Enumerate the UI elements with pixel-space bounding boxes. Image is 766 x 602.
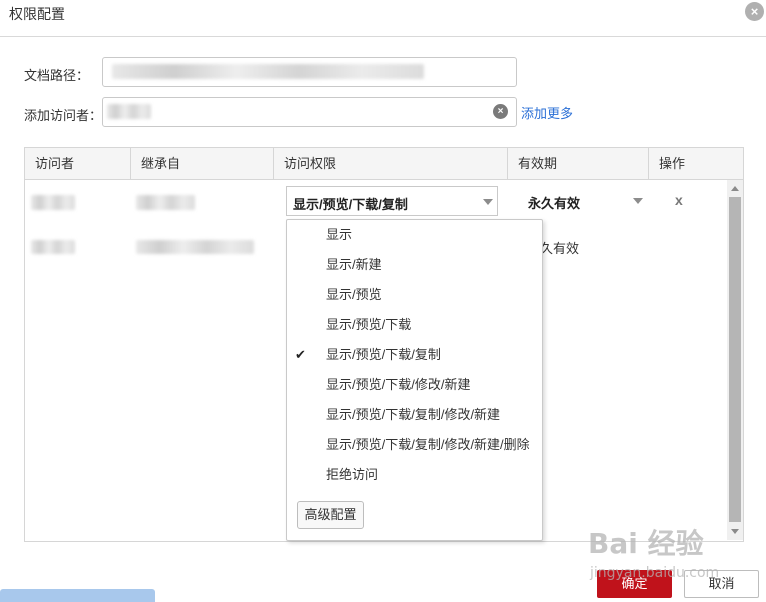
col-inherited-from: 继承自 [131,148,274,179]
watermark-logo: Bai 经验 [588,527,704,560]
menu-item-option[interactable]: 显示/预览/下载/复制/修改/新建/删除 [287,430,542,460]
checkmark-icon: ✔ [295,347,306,362]
title-divider [0,36,766,37]
doc-path-label: 文档路径： [24,68,90,83]
menu-item-option[interactable]: 显示/预览/下载/修改/新建 [287,370,542,400]
menu-item-option[interactable]: 拒绝访问 [287,460,542,490]
scroll-up-icon[interactable] [731,186,739,191]
col-validity: 有效期 [508,148,649,179]
redacted-inherited-cell [136,240,254,254]
add-more-link[interactable]: 添加更多 [521,103,573,122]
scroll-down-icon[interactable] [731,529,739,534]
close-icon[interactable]: × [745,2,764,21]
menu-item-option-selected[interactable]: ✔ 显示/预览/下载/复制 [287,340,542,370]
menu-item-label: 拒绝访问 [326,467,379,482]
clear-input-icon[interactable]: × [493,104,508,119]
validity-chevron-down-icon[interactable] [633,198,643,204]
redacted-visitor-cell [31,240,75,254]
remove-row-button[interactable]: x [675,192,683,208]
menu-item-label: 显示/预览/下载/修改/新建 [326,377,471,392]
menu-item-option[interactable]: 显示/预览 [287,280,542,310]
menu-item-label: 显示/预览/下载/复制 [326,347,441,362]
watermark-url: jingyan.baidu.com [590,565,720,581]
menu-item-option[interactable]: 显示 [287,220,542,250]
menu-item-option[interactable]: 显示/预览/下载 [287,310,542,340]
dialog-title: 权限配置 [9,6,65,22]
advanced-config-button[interactable]: 高级配置 [297,501,364,529]
permission-select[interactable]: 显示/预览/下载/复制 [286,186,498,216]
table-scrollbar[interactable] [727,180,743,540]
add-visitor-input[interactable] [102,97,517,127]
permission-select-value: 显示/预览/下载/复制 [293,197,408,212]
redacted-inherited-cell [136,195,195,210]
chevron-down-icon [483,199,493,205]
menu-item-label: 显示/新建 [326,257,382,272]
col-access-permission: 访问权限 [274,148,508,179]
col-action: 操作 [659,156,686,171]
col-visitor: 访问者 [25,148,131,179]
menu-item-label: 显示 [326,227,353,242]
redacted-visitor-cell [31,195,75,210]
menu-item-label: 显示/预览/下载/复制/修改/新建 [326,407,501,422]
permission-dropdown-menu: 显示 显示/新建 显示/预览 显示/预览/下载 ✔ 显示/预览/下载/复制 显示… [286,219,543,541]
validity-value[interactable]: 久有效 [540,238,579,257]
validity-value[interactable]: 永久有效 [528,193,580,212]
menu-item-label: 显示/预览 [326,287,382,302]
menu-item-label: 显示/预览/下载/复制/修改/新建/删除 [326,437,530,452]
scroll-thumb[interactable] [729,197,741,522]
add-visitor-label: 添加访问者： [24,108,103,123]
menu-item-option[interactable]: 显示/新建 [287,250,542,280]
menu-item-option[interactable]: 显示/预览/下载/复制/修改/新建 [287,400,542,430]
bottom-tab-bar [0,589,155,602]
table-header: 访问者 继承自 访问权限 有效期 操作 [25,148,743,180]
redacted-doc-path [112,64,424,79]
menu-item-label: 显示/预览/下载 [326,317,412,332]
redacted-visitor-name [107,104,151,119]
baidu-watermark: Bai 经验 jingyan.baidu.com [588,522,728,590]
